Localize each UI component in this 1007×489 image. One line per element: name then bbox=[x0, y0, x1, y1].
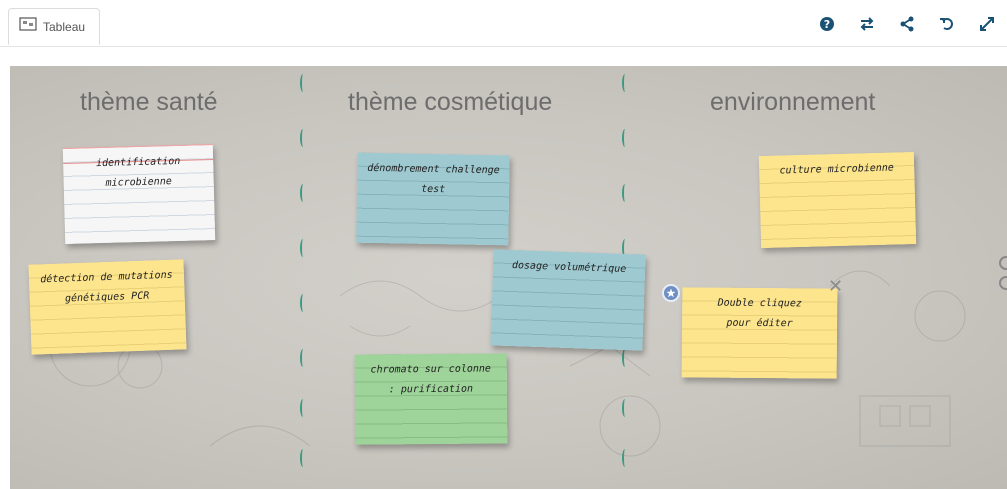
column-divider bbox=[298, 74, 308, 474]
svg-text:?: ? bbox=[824, 18, 830, 31]
zoom-out-button[interactable] bbox=[997, 276, 1007, 290]
sticky-note[interactable]: dosage volumétrique bbox=[490, 249, 646, 351]
note-text: dénombrement challenge test bbox=[367, 162, 500, 196]
help-icon: ? bbox=[820, 17, 834, 31]
note-text: Double cliquez pour éditer bbox=[717, 297, 802, 330]
toolbar: ? bbox=[807, 12, 1007, 36]
tab-label: Tableau bbox=[43, 19, 86, 34]
board-icon bbox=[19, 17, 37, 36]
close-icon: ✕ bbox=[828, 276, 844, 297]
swap-button[interactable] bbox=[847, 12, 887, 36]
note-text: dosage volumétrique bbox=[511, 260, 627, 276]
zoom-in-icon bbox=[999, 256, 1007, 270]
swap-icon bbox=[860, 17, 874, 31]
star-icon bbox=[666, 288, 676, 298]
sticky-note[interactable]: dénombrement challenge test bbox=[356, 152, 510, 246]
column-title-cosmetique: thème cosmétique bbox=[348, 88, 553, 116]
sticky-note[interactable]: chromato sur colonne : purification bbox=[354, 353, 508, 445]
note-text: culture microbienne bbox=[779, 162, 895, 177]
share-button[interactable] bbox=[887, 12, 927, 36]
board-canvas[interactable]: thème santé thème cosmétique environneme… bbox=[10, 66, 1007, 489]
column-title-environnement: environnement bbox=[710, 88, 876, 116]
note-text: chromato sur colonne : purification bbox=[370, 363, 491, 396]
sticky-note-selected[interactable]: Double cliquez pour éditer bbox=[681, 287, 838, 379]
delete-note-button[interactable]: ✕ bbox=[828, 276, 843, 297]
sticky-note[interactable]: détection de mutations génétiques PCR bbox=[28, 259, 187, 355]
zoom-in-button[interactable] bbox=[997, 256, 1007, 270]
share-icon bbox=[900, 16, 914, 32]
tab-bar: Tableau ? bbox=[0, 0, 1007, 47]
fullscreen-button[interactable] bbox=[967, 12, 1007, 36]
note-text: identification microbienne bbox=[95, 155, 181, 189]
undo-icon bbox=[940, 18, 953, 30]
tab-tableau[interactable]: Tableau bbox=[8, 8, 101, 45]
column-title-sante: thème santé bbox=[80, 88, 218, 116]
zoom-out-icon bbox=[999, 276, 1007, 290]
undo-button[interactable] bbox=[927, 12, 967, 36]
help-button[interactable]: ? bbox=[807, 12, 847, 36]
fullscreen-icon bbox=[980, 17, 994, 31]
favorite-button[interactable] bbox=[662, 284, 680, 302]
sticky-note[interactable]: identification microbienne bbox=[62, 144, 216, 244]
sticky-note[interactable]: culture microbienne bbox=[758, 151, 917, 249]
note-text: détection de mutations génétiques PCR bbox=[40, 269, 173, 305]
